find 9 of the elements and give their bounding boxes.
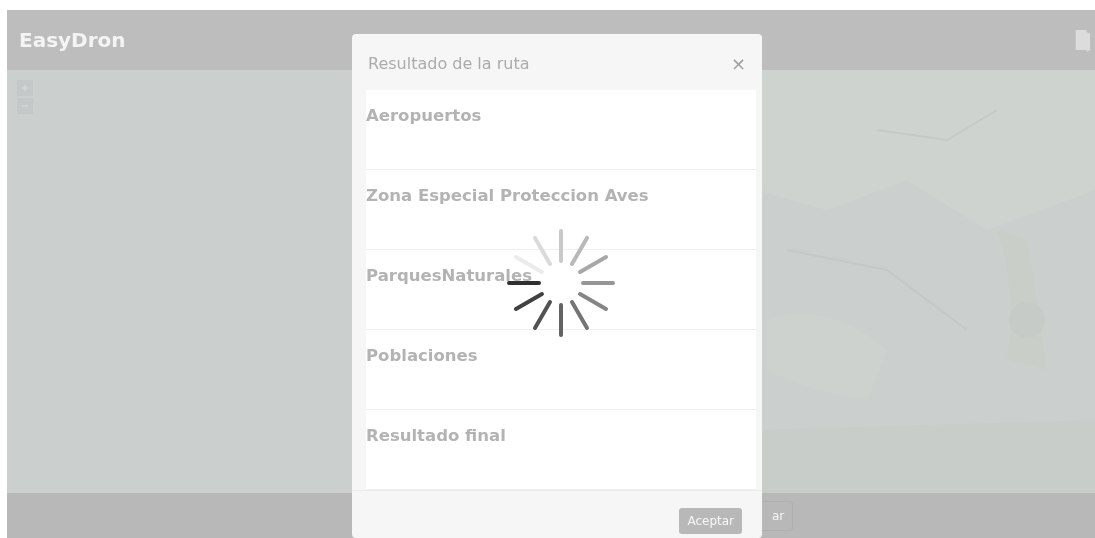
logout-icon[interactable] bbox=[1073, 28, 1091, 52]
section-heading: ParquesNaturales bbox=[366, 266, 532, 285]
section-heading: Zona Especial Proteccion Aves bbox=[366, 186, 649, 205]
section-heading: Resultado final bbox=[366, 426, 506, 445]
modal-title: Resultado de la ruta bbox=[368, 53, 530, 73]
accept-button[interactable]: Aceptar bbox=[679, 508, 742, 534]
close-button[interactable]: × bbox=[730, 52, 746, 74]
section-heading: Poblaciones bbox=[366, 346, 478, 365]
section-heading: Aeropuertos bbox=[366, 106, 482, 125]
